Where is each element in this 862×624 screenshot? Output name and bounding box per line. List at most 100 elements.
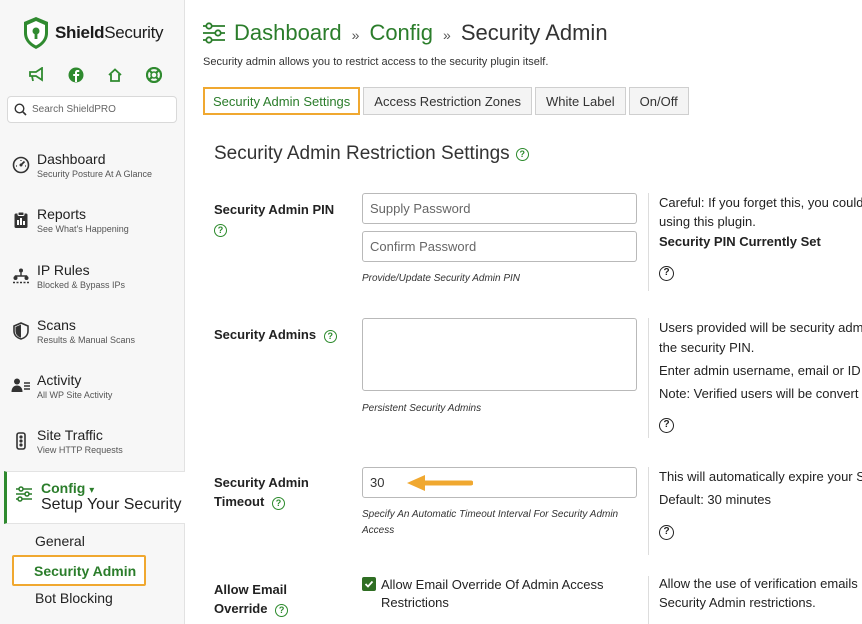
- nav-title: Scans: [37, 317, 76, 333]
- breadcrumb: Dashboard » Config » Security Admin: [202, 20, 608, 46]
- sidebar-item-dashboard[interactable]: Dashboard Security Posture At A Glance: [10, 150, 180, 194]
- reports-clipboard-icon: [14, 211, 28, 228]
- timeout-label-line2: Timeout: [214, 494, 265, 509]
- breadcrumb-separator: »: [443, 27, 451, 43]
- help-icon[interactable]: ?: [515, 147, 529, 161]
- sidebar-subitem-bot-blocking[interactable]: Bot Blocking: [35, 590, 113, 606]
- nav-title: Activity: [37, 372, 82, 388]
- sidebar-item-ip-rules[interactable]: IP Rules Blocked & Bypass IPs: [10, 261, 180, 305]
- brand-logo[interactable]: ShieldSecurity: [22, 16, 164, 50]
- search-icon: [14, 103, 27, 116]
- ip-network-icon: [13, 268, 29, 284]
- nav-subtitle: View HTTP Requests: [37, 445, 123, 455]
- brand-name: ShieldSecurity: [55, 23, 164, 42]
- help-icon[interactable]: ?: [214, 224, 227, 237]
- sidebar-subitem-security-admin[interactable]: Security Admin: [12, 555, 146, 586]
- help-icon[interactable]: ?: [659, 417, 674, 433]
- sidebar-item-activity[interactable]: Activity All WP Site Activity: [10, 371, 180, 415]
- nav-subtitle: Results & Manual Scans: [37, 335, 136, 345]
- search-input[interactable]: [32, 104, 162, 115]
- help-lifebuoy-icon[interactable]: [145, 66, 162, 83]
- help-icon[interactable]: ?: [659, 265, 674, 281]
- sidebar-search[interactable]: [7, 96, 177, 123]
- user-activity-icon: [11, 378, 30, 392]
- timeout-hint-line: Access: [362, 525, 395, 536]
- nav-title: Dashboard: [37, 151, 106, 167]
- security-admins-textarea[interactable]: [362, 318, 637, 391]
- help-icon[interactable]: ?: [275, 604, 289, 617]
- tab-access-restriction-zones[interactable]: Access Restriction Zones: [363, 87, 532, 115]
- tab-security-admin-settings[interactable]: Security Admin Settings: [203, 87, 361, 115]
- admins-info-line: Note: Verified users will be convert: [659, 386, 859, 401]
- nav-subtitle: All WP Site Activity: [37, 390, 113, 400]
- sidebar-item-scans[interactable]: Scans Results & Manual Scans: [10, 316, 180, 360]
- timeout-hint-line: Specify An Automatic Timeout Interval Fo…: [362, 509, 619, 520]
- email-override-label: Allow Email Override ?: [214, 580, 289, 618]
- email-info: Allow the use of verification emails Sec…: [659, 573, 858, 614]
- settings-tabs: Security Admin Settings Access Restricti…: [203, 87, 692, 115]
- pin-info-line: using this plugin.: [659, 214, 756, 229]
- pin-label: Security Admin PIN ?: [214, 200, 334, 238]
- timeout-info: This will automatically expire your S De…: [659, 466, 862, 541]
- admins-info-line: Users provided will be security adm: [659, 320, 862, 335]
- tab-on-off[interactable]: On/Off: [628, 87, 689, 115]
- sidebar-item-config[interactable]: Config ▾ Setup Your Security: [4, 471, 185, 524]
- nav-subtitle: See What's Happening: [37, 224, 129, 234]
- nav-subtitle: Setup Your Security: [41, 496, 182, 513]
- page-description: Security admin allows you to restrict ac…: [203, 56, 549, 68]
- sidebar-subitem-general[interactable]: General: [35, 533, 85, 549]
- nav-subtitle: Security Posture At A Glance: [37, 169, 153, 179]
- tab-white-label[interactable]: White Label: [534, 87, 626, 115]
- admins-info-line: Enter admin username, email or ID: [659, 363, 861, 378]
- pin-confirm-field[interactable]: [362, 231, 637, 262]
- timeout-label: Security Admin Timeout ?: [214, 473, 309, 511]
- breadcrumb-dashboard[interactable]: Dashboard: [234, 20, 342, 46]
- nav-subtitle: Blocked & Bypass IPs: [37, 280, 126, 290]
- page-title: Security Admin: [460, 20, 608, 45]
- megaphone-icon[interactable]: [28, 66, 45, 83]
- sidebar-item-reports[interactable]: Reports See What's Happening: [10, 205, 180, 249]
- sliders-icon: [203, 22, 225, 44]
- help-icon[interactable]: ?: [659, 524, 674, 540]
- home-icon[interactable]: [106, 66, 123, 83]
- nav-title: Config: [41, 480, 86, 496]
- breadcrumb-separator: »: [351, 27, 360, 43]
- email-label-line2: Override: [214, 601, 268, 616]
- nav-title: IP Rules: [37, 262, 90, 278]
- nav-title: Reports: [37, 206, 87, 222]
- facebook-icon[interactable]: [67, 66, 84, 83]
- checkmark-icon: [364, 580, 374, 588]
- quick-links: [28, 66, 162, 83]
- pin-password-field[interactable]: [362, 193, 637, 224]
- pin-status: Security PIN Currently Set: [659, 234, 821, 249]
- admins-info: Users provided will be security adm the …: [659, 317, 862, 434]
- email-override-checkbox-label[interactable]: Allow Email Override Of Admin Access Res…: [381, 576, 631, 612]
- email-override-checkbox[interactable]: [362, 577, 376, 591]
- chevron-down-icon: ▾: [89, 485, 95, 496]
- divider: [648, 318, 649, 438]
- divider: [648, 193, 649, 291]
- timeout-label-line1: Security Admin: [214, 475, 309, 490]
- admins-label-text: Security Admins: [214, 327, 317, 342]
- email-label-line1: Allow Email: [214, 582, 287, 597]
- help-icon[interactable]: ?: [271, 497, 285, 510]
- breadcrumb-config[interactable]: Config: [369, 20, 433, 46]
- timeout-info-line: This will automatically expire your S: [659, 469, 862, 484]
- sidebar-item-site-traffic[interactable]: Site Traffic View HTTP Requests: [10, 426, 180, 470]
- section-heading: Security Admin Restriction Settings ?: [214, 143, 529, 165]
- admins-label: Security Admins ?: [214, 325, 337, 344]
- pin-label-text: Security Admin PIN: [214, 202, 335, 217]
- sliders-icon: [16, 486, 32, 502]
- help-icon[interactable]: ?: [323, 330, 337, 343]
- admins-info-line: the security PIN.: [659, 340, 755, 355]
- pin-info: Careful: If you forget this, you could u…: [659, 192, 862, 282]
- nav-title: Site Traffic: [37, 427, 103, 443]
- dashboard-gauge-icon: [12, 156, 30, 174]
- timeout-input[interactable]: [362, 467, 637, 498]
- pin-hint: Provide/Update Security Admin PIN: [362, 273, 521, 284]
- section-title: Security Admin Restriction Settings: [214, 143, 510, 164]
- shield-logo-icon: [24, 17, 48, 49]
- sidebar: ShieldSecurity Dashboard Security Posture…: [0, 0, 185, 624]
- arrow-pointer-icon: [407, 475, 473, 491]
- traffic-icon: [16, 432, 26, 450]
